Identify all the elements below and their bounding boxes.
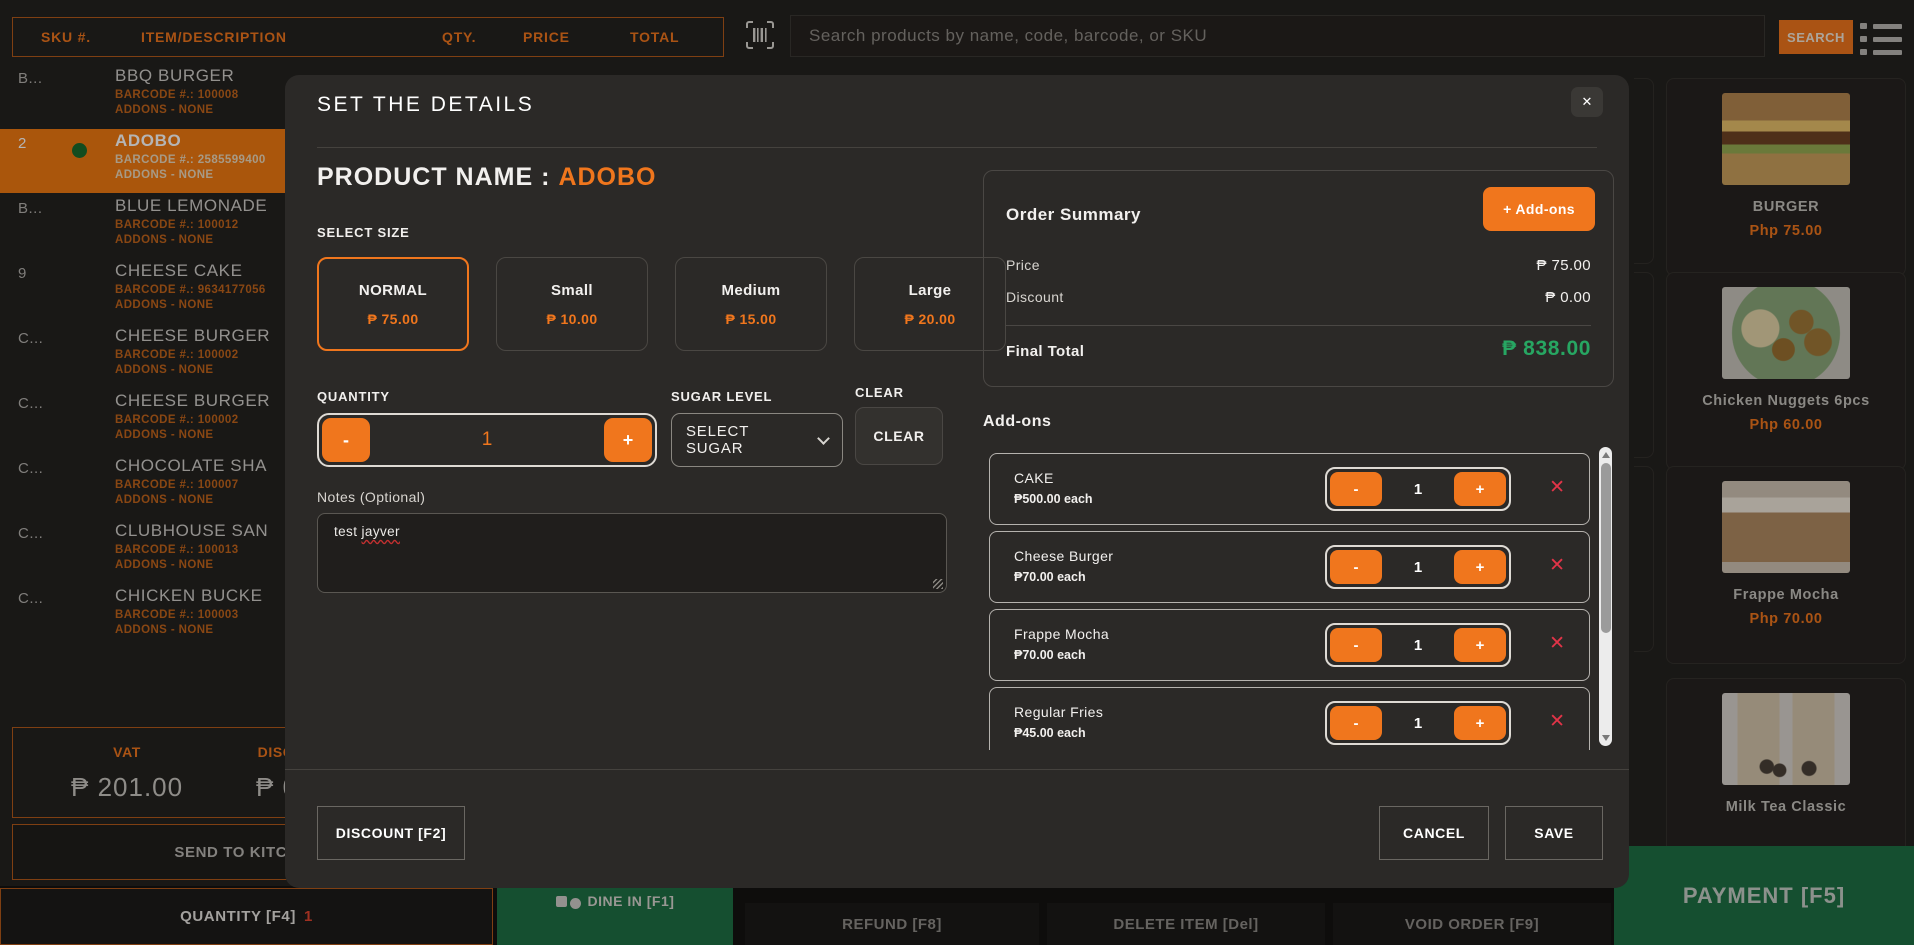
summary-price-value: ₱ 75.00	[1536, 257, 1591, 274]
quantity-stepper: - 1 +	[317, 413, 657, 467]
size-option[interactable]: NORMAL ₱ 75.00	[317, 257, 469, 351]
size-options: NORMAL ₱ 75.00 Small ₱ 10.00 Medium ₱ 15…	[317, 257, 1006, 351]
addon-item: CAKE ₱500.00 each - 1 + ✕	[989, 453, 1590, 525]
addon-increment-button[interactable]: +	[1454, 472, 1506, 506]
final-total-value: ₱ 838.00	[1502, 337, 1591, 361]
addon-name: CAKE	[1014, 470, 1054, 486]
notes-text-misspelled: jayver	[362, 524, 400, 539]
quantity-increment-button[interactable]: +	[604, 418, 652, 462]
summary-price-label: Price	[1006, 257, 1040, 273]
addon-increment-button[interactable]: +	[1454, 628, 1506, 662]
final-total-label: Final Total	[1006, 343, 1084, 360]
addon-price: ₱45.00 each	[1014, 726, 1086, 740]
addon-name: Regular Fries	[1014, 704, 1103, 720]
addons-list: CAKE ₱500.00 each - 1 + ✕ Cheese Burger …	[977, 443, 1614, 750]
notes-label: Notes (Optional)	[317, 489, 425, 505]
addon-decrement-button[interactable]: -	[1330, 472, 1382, 506]
notes-text: test	[334, 524, 362, 539]
addon-name: Frappe Mocha	[1014, 626, 1109, 642]
modal-header-divider	[317, 147, 1597, 148]
modal-footer-divider	[285, 769, 1629, 770]
summary-discount-label: Discount	[1006, 289, 1064, 305]
sugar-level-value: SELECT SUGAR	[686, 423, 809, 457]
product-name-value: ADOBO	[558, 163, 656, 191]
addon-qty-value: 1	[1385, 703, 1451, 743]
quantity-label: QUANTITY	[317, 389, 390, 404]
addon-stepper: - 1 +	[1325, 701, 1511, 745]
addon-qty-value: 1	[1385, 547, 1451, 587]
add-addons-button[interactable]: + Add-ons	[1483, 187, 1595, 231]
addon-price: ₱70.00 each	[1014, 648, 1086, 662]
addon-remove-icon[interactable]: ✕	[1549, 632, 1565, 655]
addon-qty-value: 1	[1385, 469, 1451, 509]
addon-decrement-button[interactable]: -	[1330, 706, 1382, 740]
chevron-down-icon	[817, 432, 830, 445]
addon-remove-icon[interactable]: ✕	[1549, 554, 1565, 577]
size-price: ₱ 20.00	[904, 311, 955, 327]
size-price: ₱ 10.00	[546, 311, 597, 327]
addon-increment-button[interactable]: +	[1454, 706, 1506, 740]
size-option[interactable]: Medium ₱ 15.00	[675, 257, 827, 351]
scroll-up-icon[interactable]	[1602, 452, 1610, 458]
addon-stepper: - 1 +	[1325, 545, 1511, 589]
size-price: ₱ 15.00	[725, 311, 776, 327]
addon-qty-value: 1	[1385, 625, 1451, 665]
addon-price: ₱500.00 each	[1014, 492, 1093, 506]
clear-button[interactable]: CLEAR	[855, 407, 943, 465]
addon-stepper: - 1 +	[1325, 467, 1511, 511]
quantity-decrement-button[interactable]: -	[322, 418, 370, 462]
modal-title: SET THE DETAILS	[317, 93, 534, 117]
summary-discount-value: ₱ 0.00	[1545, 289, 1591, 306]
size-name: Small	[551, 282, 593, 299]
order-summary-title: Order Summary	[1006, 205, 1141, 225]
size-option[interactable]: Small ₱ 10.00	[496, 257, 648, 351]
notes-textarea[interactable]: test jayver	[317, 513, 947, 593]
addon-decrement-button[interactable]: -	[1330, 628, 1382, 662]
addon-decrement-button[interactable]: -	[1330, 550, 1382, 584]
discount-f2-button[interactable]: DISCOUNT [F2]	[317, 806, 465, 860]
addon-remove-icon[interactable]: ✕	[1549, 476, 1565, 499]
size-name: NORMAL	[359, 282, 427, 299]
quantity-value: 1	[373, 415, 601, 465]
cancel-button[interactable]: CANCEL	[1379, 806, 1489, 860]
size-price: ₱ 75.00	[367, 311, 418, 327]
product-name-label: PRODUCT NAME :	[317, 163, 550, 191]
pos-screen: SKU #. ITEM/DESCRIPTION QTY. PRICE TOTAL…	[0, 0, 1914, 945]
addons-scrollbar[interactable]	[1599, 447, 1612, 746]
order-summary-card: Order Summary + Add-ons Price ₱ 75.00 Di…	[983, 170, 1614, 387]
clear-label: CLEAR	[855, 385, 904, 400]
addon-price: ₱70.00 each	[1014, 570, 1086, 584]
addon-remove-icon[interactable]: ✕	[1549, 710, 1565, 733]
sugar-level-select[interactable]: SELECT SUGAR	[671, 413, 843, 467]
set-details-modal: SET THE DETAILS ✕ PRODUCT NAME : ADOBO SE…	[285, 75, 1629, 888]
summary-divider	[1006, 325, 1591, 326]
size-name: Large	[909, 282, 952, 299]
addon-item: Frappe Mocha ₱70.00 each - 1 + ✕	[989, 609, 1590, 681]
sugar-level-label: SUGAR LEVEL	[671, 389, 772, 404]
addon-increment-button[interactable]: +	[1454, 550, 1506, 584]
addon-name: Cheese Burger	[1014, 548, 1113, 564]
product-name-line: PRODUCT NAME : ADOBO	[317, 163, 657, 192]
addon-item: Regular Fries ₱45.00 each - 1 + ✕	[989, 687, 1590, 750]
scrollbar-thumb[interactable]	[1601, 463, 1611, 633]
scroll-down-icon[interactable]	[1602, 735, 1610, 741]
save-button[interactable]: SAVE	[1505, 806, 1603, 860]
addon-stepper: - 1 +	[1325, 623, 1511, 667]
addons-heading: Add-ons	[983, 413, 1051, 431]
close-icon[interactable]: ✕	[1571, 87, 1603, 117]
size-name: Medium	[721, 282, 780, 299]
addon-item: Cheese Burger ₱70.00 each - 1 + ✕	[989, 531, 1590, 603]
select-size-label: SELECT SIZE	[317, 225, 410, 240]
